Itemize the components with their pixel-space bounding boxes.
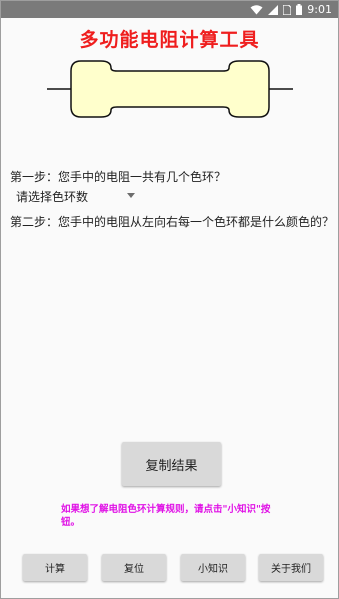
battery-icon <box>296 4 303 15</box>
copy-result-button[interactable]: 复制结果 <box>122 442 221 486</box>
status-time: 9:01 <box>307 3 332 16</box>
status-bar: 9:01 <box>1 1 338 18</box>
bottom-button-bar: 计算 复位 小知识 关于我们 <box>1 554 338 582</box>
step-one-label: 第一步：您手中的电阻一共有几个色环？ <box>10 170 227 184</box>
app-screen: 9:01 多功能电阻计算工具 第一步：您手中的电阻一共有几个色环？ 请选择色环数… <box>0 0 339 599</box>
dropdown-arrow-icon <box>127 193 135 198</box>
sim-card-icon <box>283 4 292 15</box>
ring-count-select-value: 请选择色环数 <box>16 189 89 204</box>
wifi-icon <box>250 4 263 14</box>
calculate-button[interactable]: 计算 <box>23 554 87 581</box>
signal-icon <box>268 4 279 15</box>
reset-button[interactable]: 复位 <box>102 554 166 581</box>
about-us-button[interactable]: 关于我们 <box>259 554 323 581</box>
ring-count-select[interactable]: 请选择色环数 <box>10 184 140 208</box>
resistor-illustration <box>47 60 293 118</box>
app-title: 多功能电阻计算工具 <box>79 29 260 51</box>
knowledge-button[interactable]: 小知识 <box>181 554 245 581</box>
step-two-label: 第二步：您手中的电阻从左向右每一个色环都是什么颜色的？ <box>10 215 335 229</box>
knowledge-hint-text: 如果想了解电阻色环计算规则，请点击"小知识"按钮。 <box>61 504 271 528</box>
